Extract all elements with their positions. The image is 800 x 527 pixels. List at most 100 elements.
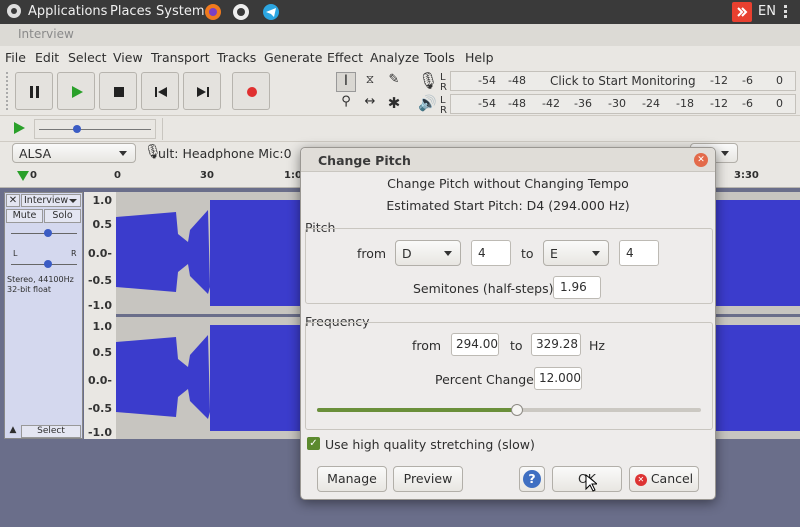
cancel-label: Cancel	[650, 471, 694, 486]
power-icon[interactable]	[782, 3, 796, 25]
speaker-icon[interactable]: 🔊	[418, 94, 437, 112]
y-tick: -0.5	[87, 402, 112, 415]
y-tick: -1.0	[87, 299, 112, 312]
percent-change-slider[interactable]	[317, 404, 701, 416]
cancel-button[interactable]: ✕ Cancel	[629, 466, 699, 492]
dialog-title: Change Pitch	[318, 153, 411, 168]
system-menu[interactable]: System	[156, 4, 204, 19]
freq-from-label: from	[412, 338, 442, 353]
menu-file[interactable]: File	[5, 50, 26, 65]
y-tick: -1.0	[87, 426, 112, 439]
play-meter-r: R	[440, 105, 447, 116]
menu-generate[interactable]: Generate	[264, 50, 322, 65]
collapse-track-icon[interactable]: ▲	[6, 425, 20, 438]
freq-from-field[interactable]: 294.00	[451, 333, 499, 356]
menu-effect[interactable]: Effect	[327, 50, 363, 65]
pause-button[interactable]	[15, 72, 53, 110]
skip-end-button[interactable]	[183, 72, 221, 110]
menu-edit[interactable]: Edit	[35, 50, 59, 65]
stop-button[interactable]	[99, 72, 137, 110]
rec-meter-r: R	[440, 82, 447, 93]
firefox-icon[interactable]	[204, 3, 222, 25]
play-button[interactable]	[57, 72, 95, 110]
timeshift-tool-icon[interactable]: ↔	[360, 94, 380, 114]
play-tick: -54	[478, 97, 496, 110]
play-at-speed-icon[interactable]	[12, 121, 26, 135]
solo-button[interactable]: Solo	[44, 209, 81, 223]
dialog-close-icon[interactable]: ✕	[694, 153, 708, 167]
pause-icon	[30, 86, 39, 98]
stop-icon	[114, 87, 124, 97]
speed-slider[interactable]	[34, 119, 156, 139]
dialog-heading: Change Pitch without Changing Tempo	[387, 176, 629, 191]
envelope-tool-icon[interactable]: ⧖	[360, 72, 380, 92]
slider-fill	[317, 408, 517, 412]
help-button[interactable]: ?	[519, 466, 545, 492]
freq-to-field[interactable]: 329.28	[531, 333, 581, 356]
play-tick: -42	[542, 97, 560, 110]
zoom-tool-icon[interactable]: ⚲	[336, 94, 356, 114]
apps-logo-icon[interactable]	[6, 3, 22, 23]
toolbar-grip[interactable]	[6, 72, 10, 110]
menu-transport[interactable]: Transport	[151, 50, 210, 65]
start-monitoring-label[interactable]: Click to Start Monitoring	[550, 74, 696, 88]
from-note-value: D	[402, 246, 412, 261]
draw-tool-icon[interactable]: ✎	[384, 72, 404, 92]
mute-button[interactable]: Mute	[6, 209, 43, 223]
selection-tool-icon[interactable]: I	[336, 72, 356, 92]
cancel-icon: ✕	[634, 473, 647, 486]
menu-tools[interactable]: Tools	[424, 50, 455, 65]
y-tick: -0.5	[87, 274, 112, 287]
to-note-select[interactable]: E	[543, 240, 609, 266]
applications-menu[interactable]: Applications	[28, 4, 107, 19]
percent-change-field[interactable]: 12.000	[534, 367, 582, 390]
select-track-button[interactable]: Select	[21, 425, 81, 438]
multi-tool-icon[interactable]: ✱	[384, 94, 404, 114]
play-tick: -24	[642, 97, 660, 110]
menu-tracks[interactable]: Tracks	[217, 50, 256, 65]
manage-button[interactable]: Manage	[317, 466, 387, 492]
track-menu-button[interactable]: Interview	[21, 194, 81, 207]
y-tick: 0.5	[92, 218, 113, 231]
menu-view[interactable]: View	[113, 50, 143, 65]
pitch-to-label: to	[521, 246, 534, 261]
menu-select[interactable]: Select	[68, 50, 107, 65]
vertical-ruler: 1.0 0.5 0.0- -0.5 -1.0 1.0 0.5 0.0- -0.5…	[84, 192, 116, 439]
hz-unit-label: Hz	[589, 338, 605, 353]
anydesk-icon[interactable]	[732, 2, 752, 26]
mouse-cursor-icon	[585, 474, 597, 492]
top-panel: Applications Places System EN	[0, 0, 800, 24]
places-menu[interactable]: Places	[110, 4, 151, 19]
skip-start-button[interactable]	[141, 72, 179, 110]
close-track-icon[interactable]: ✕	[6, 194, 20, 207]
menu-analyze[interactable]: Analyze	[370, 50, 419, 65]
record-button[interactable]	[232, 72, 270, 110]
language-indicator[interactable]: EN	[758, 4, 776, 19]
recording-device-value[interactable]: ult: Headphone Mic:0	[158, 146, 292, 161]
menu-help[interactable]: Help	[465, 50, 494, 65]
audio-host-value: ALSA	[19, 146, 52, 161]
freq-to-label: to	[510, 338, 523, 353]
play-tick: -18	[676, 97, 694, 110]
rec-tick: -12	[710, 74, 728, 87]
github-icon[interactable]	[232, 3, 250, 25]
play-at-speed-toolbar	[0, 116, 800, 142]
semitones-field[interactable]: 1.96	[553, 276, 601, 299]
slider-knob[interactable]	[510, 404, 523, 416]
tick-label: 0	[30, 170, 37, 181]
track-format: Stereo, 44100Hz	[7, 275, 74, 284]
help-icon: ?	[523, 470, 541, 488]
to-octave-field[interactable]: 4	[619, 240, 659, 266]
gain-slider[interactable]	[11, 226, 77, 240]
preview-button[interactable]: Preview	[393, 466, 463, 492]
skip-start-icon	[155, 87, 167, 97]
audio-host-select[interactable]: ALSA	[12, 143, 136, 163]
semitones-label: Semitones (half-steps):	[413, 281, 558, 296]
telegram-icon[interactable]	[262, 3, 280, 25]
from-octave-field[interactable]: 4	[471, 240, 511, 266]
mic-icon[interactable]: 🎙	[418, 71, 438, 90]
tick-label: 3:30	[734, 170, 759, 181]
from-note-select[interactable]: D	[395, 240, 461, 266]
pan-slider[interactable]	[11, 257, 77, 271]
high-quality-checkbox[interactable]: ✓	[307, 437, 320, 450]
